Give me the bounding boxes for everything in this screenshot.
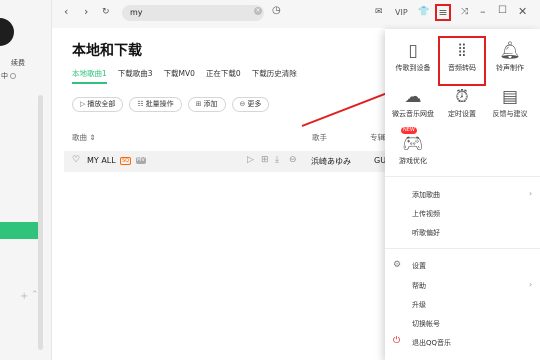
chevron-right-icon: › bbox=[529, 280, 533, 289]
tab-downloaded-mv[interactable]: 下载MV0 bbox=[164, 68, 195, 84]
status-icon bbox=[10, 73, 16, 79]
vip-link[interactable]: VIP bbox=[395, 8, 408, 17]
tab-downloaded-songs[interactable]: 下载歌曲3 bbox=[118, 68, 153, 84]
gear-icon: ⚙ bbox=[393, 260, 402, 270]
close-icon[interactable]: ✕ bbox=[518, 5, 527, 18]
menu-cloud-disk[interactable]: ☁ 微云音乐网盘 bbox=[388, 85, 438, 119]
column-album[interactable]: 专辑 bbox=[370, 132, 385, 143]
menu-cloud-disk-label: 微云音乐网盘 bbox=[392, 110, 434, 118]
avatar[interactable] bbox=[0, 18, 14, 46]
download-icon[interactable]: ⤓ bbox=[275, 155, 279, 165]
chevron-right-icon: › bbox=[529, 189, 533, 198]
menu-transfer-device-label: 传歌到设备 bbox=[395, 64, 431, 72]
listen-recognize-icon[interactable]: ◷ bbox=[272, 5, 281, 16]
mini-mode-icon[interactable]: ⤨ bbox=[461, 7, 468, 17]
menu-exit[interactable]: 退出QQ音乐 bbox=[412, 338, 451, 348]
add-playlist-icon[interactable]: + bbox=[20, 291, 28, 302]
more-icon[interactable]: ⊖ bbox=[289, 155, 297, 165]
sidebar-item-active[interactable] bbox=[0, 222, 41, 239]
clear-search-icon[interactable]: × bbox=[254, 7, 262, 15]
back-icon[interactable]: ‹ bbox=[64, 5, 68, 18]
tab-download-history[interactable]: 下载历史清除 bbox=[252, 68, 297, 84]
menu-switch-account[interactable]: 切换帐号 bbox=[412, 319, 440, 329]
menu-timer[interactable]: ⏰︎ 定时设置 bbox=[437, 85, 487, 119]
menu-help[interactable]: 帮助 bbox=[412, 281, 426, 291]
main-menu-icon[interactable]: ≡ bbox=[435, 4, 451, 21]
play-all-button[interactable]: ▷ 播放全部 bbox=[72, 97, 124, 112]
plus-icon: ⊞ bbox=[195, 100, 202, 108]
add-label: 添加 bbox=[203, 100, 218, 108]
list-icon: ☷ bbox=[137, 100, 144, 108]
menu-game-optimize-label: 游戏优化 bbox=[399, 157, 427, 165]
annotation-highlight-box bbox=[438, 36, 486, 86]
column-singer[interactable]: 歌手 bbox=[312, 132, 327, 143]
minimize-icon[interactable]: – bbox=[480, 5, 486, 18]
forward-icon[interactable]: › bbox=[84, 5, 88, 18]
tab-local-songs[interactable]: 本地歌曲1 bbox=[72, 68, 107, 84]
mv-badge[interactable]: MV bbox=[136, 157, 146, 164]
menu-ringtone-label: 铃声制作 bbox=[496, 64, 524, 72]
sidebar: 续费 中 + ⌃ bbox=[0, 0, 52, 360]
online-status: 中 bbox=[1, 71, 16, 81]
menu-feedback-label: 反馈与建议 bbox=[492, 110, 528, 118]
main-menu-dropdown: ▯ 传歌到设备 ⦙⦙ 音频转码 🔔︎ 铃声制作 ☁ 微云音乐网盘 ⏰︎ 定时设置… bbox=[385, 29, 540, 360]
song-title[interactable]: MY ALL bbox=[87, 156, 116, 165]
top-bar: ‹ › ↻ my × ◷ ✉ VIP 👕 ≡ ⤨ – ☐ ✕ bbox=[52, 0, 540, 28]
page-title: 本地和下载 bbox=[72, 43, 142, 59]
alarm-clock-icon: ⏰︎ bbox=[455, 87, 469, 107]
more-label: 更多 bbox=[247, 100, 262, 108]
menu-feedback[interactable]: ▤ 反馈与建议 bbox=[485, 85, 535, 119]
main-panel: 本地和下载 本地歌曲1 下载歌曲3 下载MV0 正在下载0 下载历史清除 ▷ 播放… bbox=[52, 28, 392, 360]
menu-listen-preference[interactable]: 听歌偏好 bbox=[412, 228, 440, 238]
batch-label: 批量操作 bbox=[145, 100, 174, 108]
play-all-label: 播放全部 bbox=[87, 100, 116, 108]
power-icon: ⏻ bbox=[393, 336, 401, 346]
play-icon[interactable]: ▷ bbox=[247, 155, 254, 165]
more-button[interactable]: ⊖ 更多 bbox=[231, 97, 270, 112]
tab-bar: 本地歌曲1 下载歌曲3 下载MV0 正在下载0 下载历史清除 bbox=[72, 68, 297, 84]
add-to-icon[interactable]: ⊞ bbox=[261, 155, 269, 165]
table-row[interactable]: ♡ MY ALL SQ MV ▷ ⊞ ⤓ ⊖ 浜崎あゆみ GU bbox=[64, 151, 386, 172]
heart-icon[interactable]: ♡ bbox=[72, 155, 80, 165]
sq-badge: SQ bbox=[120, 157, 132, 165]
cloud-icon: ☁ bbox=[404, 87, 422, 107]
menu-divider bbox=[385, 248, 540, 249]
menu-timer-label: 定时设置 bbox=[448, 110, 476, 118]
tab-downloading[interactable]: 正在下载0 bbox=[206, 68, 241, 84]
sidebar-scrollbar[interactable] bbox=[38, 95, 43, 350]
phone-icon: ▯ bbox=[408, 41, 418, 61]
menu-transfer-device[interactable]: ▯ 传歌到设备 bbox=[388, 39, 438, 73]
more-icon: ⊖ bbox=[239, 100, 246, 108]
skin-icon[interactable]: 👕 bbox=[418, 7, 429, 17]
menu-upgrade[interactable]: 升级 bbox=[412, 300, 426, 310]
refresh-icon[interactable]: ↻ bbox=[102, 7, 110, 17]
song-singer[interactable]: 浜崎あゆみ bbox=[311, 156, 351, 167]
new-badge: NEW bbox=[401, 127, 417, 134]
menu-add-song[interactable]: 添加歌曲 bbox=[412, 190, 440, 200]
online-status-label: 中 bbox=[1, 72, 8, 80]
gamepad-icon: 🎮︎ bbox=[402, 134, 424, 154]
mail-icon[interactable]: ✉ bbox=[375, 7, 383, 17]
menu-settings[interactable]: 设置 bbox=[412, 261, 426, 271]
menu-divider bbox=[385, 176, 540, 177]
play-icon: ▷ bbox=[80, 100, 86, 108]
menu-ringtone[interactable]: 🔔︎ 铃声制作 bbox=[485, 39, 535, 73]
feedback-icon: ▤ bbox=[501, 87, 519, 107]
menu-upload-video[interactable]: 上传视频 bbox=[412, 209, 440, 219]
collapse-icon[interactable]: ⌃ bbox=[31, 290, 39, 300]
search-input[interactable]: my bbox=[122, 5, 264, 21]
vip-renew-link[interactable]: 续费 bbox=[11, 58, 25, 68]
add-button[interactable]: ⊞ 添加 bbox=[187, 97, 226, 112]
action-bar: ▷ 播放全部 ☷ 批量操作 ⊞ 添加 ⊖ 更多 bbox=[72, 97, 270, 112]
column-song[interactable]: 歌曲 ⇕ bbox=[72, 132, 96, 143]
bell-icon: 🔔︎ bbox=[499, 41, 521, 61]
batch-operation-button[interactable]: ☷ 批量操作 bbox=[129, 97, 182, 112]
menu-game-optimize[interactable]: 🎮︎ 游戏优化 bbox=[388, 132, 438, 166]
maximize-icon[interactable]: ☐ bbox=[498, 5, 507, 16]
